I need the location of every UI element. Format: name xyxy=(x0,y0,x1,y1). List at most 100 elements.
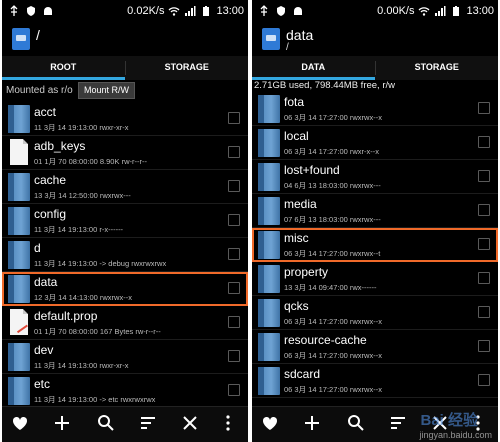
list-item[interactable]: cache 13 3月 14 12:50:00 rwxrwx--- xyxy=(2,170,248,204)
folder-icon xyxy=(8,343,30,371)
status-bar: 0.00K/s 13:00 xyxy=(252,0,498,24)
list-item[interactable]: property 13 3月 14 09:47:00 rwx------ xyxy=(252,262,498,296)
folder-icon xyxy=(258,265,280,293)
item-meta: 13 3月 14 12:50:00 rwxrwx--- xyxy=(34,191,131,200)
list-item[interactable]: acct 11 3月 14 19:13:00 rwxr-xr-x xyxy=(2,102,248,136)
select-checkbox[interactable] xyxy=(478,102,490,114)
file-list: acct 11 3月 14 19:13:00 rwxr-xr-x adb_keys 0… xyxy=(2,102,248,406)
app-icon[interactable] xyxy=(12,28,30,50)
item-name: acct xyxy=(34,105,57,119)
heart-icon[interactable] xyxy=(258,413,282,437)
clock: 13:00 xyxy=(466,5,494,17)
folder-icon xyxy=(258,231,280,259)
list-item[interactable]: dev 11 3月 14 19:13:00 rwxr-xr-x xyxy=(2,340,248,374)
folder-icon xyxy=(258,163,280,191)
mount-rw-button[interactable]: Mount R/W xyxy=(78,82,136,99)
list-item[interactable]: misc 06 3月 14 17:27:00 rwxrwx--t xyxy=(252,228,498,262)
item-meta: 13 3月 14 09:47:00 rwx------ xyxy=(284,283,377,292)
item-name: sdcard xyxy=(284,367,321,381)
android-icon xyxy=(42,5,54,17)
app-icon[interactable] xyxy=(262,28,280,50)
item-meta: 06 3月 14 17:27:00 rwxrwx--x xyxy=(284,385,382,394)
list-item[interactable]: fota 06 3月 14 17:27:00 rwxrwx--x xyxy=(252,92,498,126)
item-meta: 11 3月 14 19:13:00 rwxr-xr-x xyxy=(34,123,129,132)
folder-icon xyxy=(8,207,30,235)
signal-icon xyxy=(434,5,446,17)
folder-icon xyxy=(258,95,280,123)
select-checkbox[interactable] xyxy=(228,282,240,294)
list-item[interactable]: sdcard 06 3月 14 17:27:00 rwxrwx--x xyxy=(252,364,498,398)
watermark-logo: Bai 经验 xyxy=(420,412,478,429)
plus-icon[interactable] xyxy=(300,413,324,437)
folder-icon xyxy=(258,129,280,157)
title-bar: data / xyxy=(252,24,498,56)
folder-icon xyxy=(8,377,30,405)
folder-icon xyxy=(8,275,30,303)
item-meta: 01 1月 70 08:00:00 8.90K rw-r--r-- xyxy=(34,157,147,166)
select-checkbox[interactable] xyxy=(478,306,490,318)
item-meta: 06 3月 14 17:27:00 rwxr-x--x xyxy=(284,147,380,156)
select-checkbox[interactable] xyxy=(228,350,240,362)
list-item[interactable]: resource-cache 06 3月 14 17:27:00 rwxrwx--… xyxy=(252,330,498,364)
heart-icon[interactable] xyxy=(8,413,32,437)
list-item[interactable]: config 11 3月 14 19:13:00 r-x------ xyxy=(2,204,248,238)
select-checkbox[interactable] xyxy=(228,112,240,124)
select-checkbox[interactable] xyxy=(228,316,240,328)
select-checkbox[interactable] xyxy=(478,238,490,250)
item-meta: 04 6月 13 18:03:00 rwxrwx--- xyxy=(284,181,381,190)
close-icon[interactable] xyxy=(178,413,202,437)
item-name: adb_keys xyxy=(34,139,86,153)
search-icon[interactable] xyxy=(344,413,368,437)
select-checkbox[interactable] xyxy=(228,384,240,396)
select-checkbox[interactable] xyxy=(228,180,240,192)
select-checkbox[interactable] xyxy=(228,146,240,158)
search-icon[interactable] xyxy=(94,413,118,437)
item-meta: 06 3月 14 17:27:00 rwxrwx--x xyxy=(284,113,382,122)
select-checkbox[interactable] xyxy=(478,272,490,284)
file-icon xyxy=(10,139,28,165)
list-item[interactable]: local 06 3月 14 17:27:00 rwxr-x--x xyxy=(252,126,498,160)
usb-icon xyxy=(8,5,20,17)
shield-icon xyxy=(275,5,287,17)
list-item[interactable]: media 07 6月 13 18:03:00 rwxrwx--- xyxy=(252,194,498,228)
item-name: fota xyxy=(284,95,305,109)
tab-root[interactable]: ROOT xyxy=(2,56,125,80)
select-checkbox[interactable] xyxy=(478,136,490,148)
mount-bar: Mounted as r/o Mount R/W xyxy=(2,80,248,102)
more-icon[interactable] xyxy=(216,413,240,437)
select-checkbox[interactable] xyxy=(478,374,490,386)
tab-storage[interactable]: STORAGE xyxy=(126,56,249,80)
list-item[interactable]: lost+found 04 6月 13 18:03:00 rwxrwx--- xyxy=(252,160,498,194)
list-item[interactable]: qcks 06 3月 14 17:27:00 rwxrwx--x xyxy=(252,296,498,330)
item-meta: 11 3月 14 19:13:00 rwxr-xr-x xyxy=(34,361,129,370)
item-meta: 11 3月 14 19:13:00 -> etc rwxrwxrwx xyxy=(34,395,156,404)
list-item[interactable]: default.prop 01 1月 70 08:00:00 167 Bytes … xyxy=(2,306,248,340)
select-checkbox[interactable] xyxy=(228,214,240,226)
list-item[interactable]: data 12 3月 14 14:13:00 rwxrwx--x xyxy=(2,272,248,306)
select-checkbox[interactable] xyxy=(478,340,490,352)
list-item[interactable]: etc 11 3月 14 19:13:00 -> etc rwxrwxrwx xyxy=(2,374,248,406)
shield-icon xyxy=(25,5,37,17)
tab-data[interactable]: DATA xyxy=(252,56,375,80)
item-name: d xyxy=(34,241,41,255)
item-name: property xyxy=(284,265,329,279)
item-name: local xyxy=(284,129,309,143)
folder-icon xyxy=(8,173,30,201)
file-icon xyxy=(10,309,28,335)
list-item[interactable]: adb_keys 01 1月 70 08:00:00 8.90K rw-r--r-… xyxy=(2,136,248,170)
item-meta: 01 1月 70 08:00:00 167 Bytes rw-r--r-- xyxy=(34,327,161,336)
item-meta: 06 3月 14 17:27:00 rwxrwx--x xyxy=(284,351,382,360)
tab-storage[interactable]: STORAGE xyxy=(376,56,499,80)
plus-icon[interactable] xyxy=(50,413,74,437)
item-name: default.prop xyxy=(34,309,98,323)
clock: 13:00 xyxy=(216,5,244,17)
item-name: misc xyxy=(284,231,309,245)
select-checkbox[interactable] xyxy=(228,248,240,260)
item-name: resource-cache xyxy=(284,333,367,347)
select-checkbox[interactable] xyxy=(478,170,490,182)
battery-icon xyxy=(450,5,462,17)
list-item[interactable]: d 11 3月 14 19:13:00 -> debug rwxrwxrwx xyxy=(2,238,248,272)
sort-icon[interactable] xyxy=(386,413,410,437)
select-checkbox[interactable] xyxy=(478,204,490,216)
sort-icon[interactable] xyxy=(136,413,160,437)
